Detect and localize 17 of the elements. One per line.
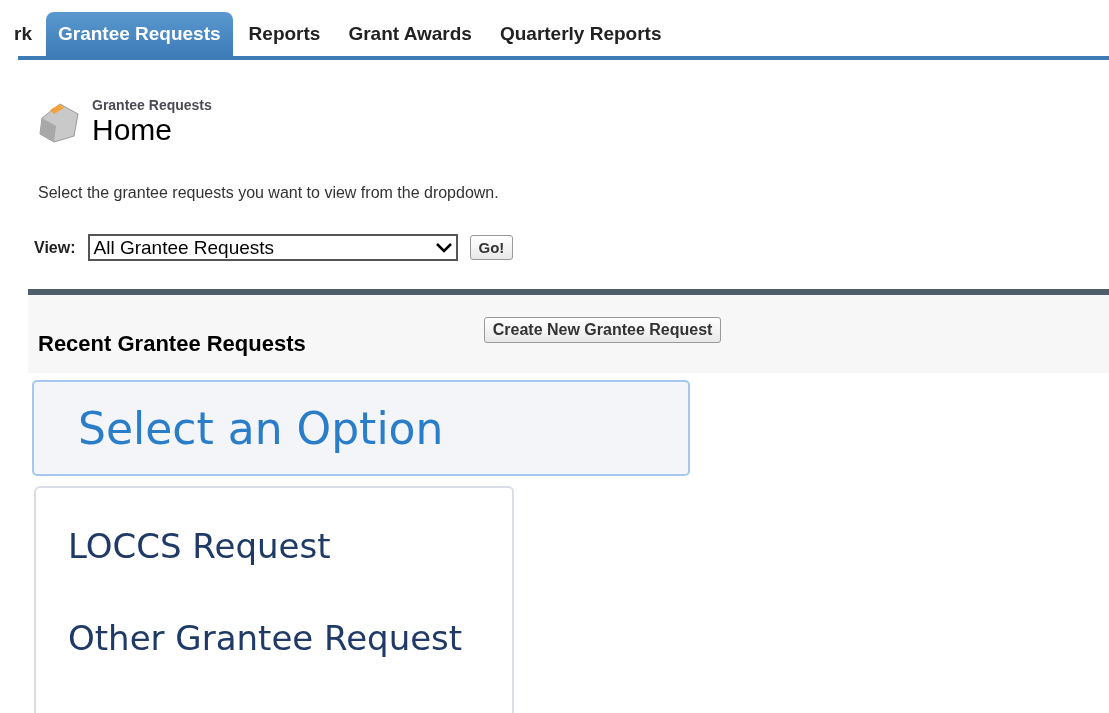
nav-tab[interactable]: rk — [14, 12, 42, 56]
nav-tab[interactable]: Quarterly Reports — [487, 12, 674, 56]
nav-tab[interactable]: Reports — [236, 12, 333, 56]
panel-title: Recent Grantee Requests — [38, 331, 306, 357]
view-select[interactable]: All Grantee Requests — [87, 234, 458, 261]
chevron-down-icon — [435, 242, 452, 253]
intro-text: Select the grantee requests you want to view from the dropdown. — [38, 184, 500, 202]
nav-tab[interactable]: Grantee Requests — [45, 12, 233, 56]
page-title: Home — [92, 112, 173, 146]
menu-option[interactable]: Other Grantee Request — [36, 618, 512, 658]
menu-option[interactable]: LOCCS Request — [36, 526, 512, 566]
breadcrumb: Grantee Requests — [92, 96, 212, 113]
create-button[interactable]: Create New Grantee Request — [483, 317, 722, 343]
view-label: View: — [34, 238, 76, 257]
option-picker[interactable]: Select an Option — [32, 380, 690, 476]
nav-tab[interactable]: Grant Awards — [336, 12, 484, 56]
go-button[interactable]: Go! — [469, 235, 514, 260]
